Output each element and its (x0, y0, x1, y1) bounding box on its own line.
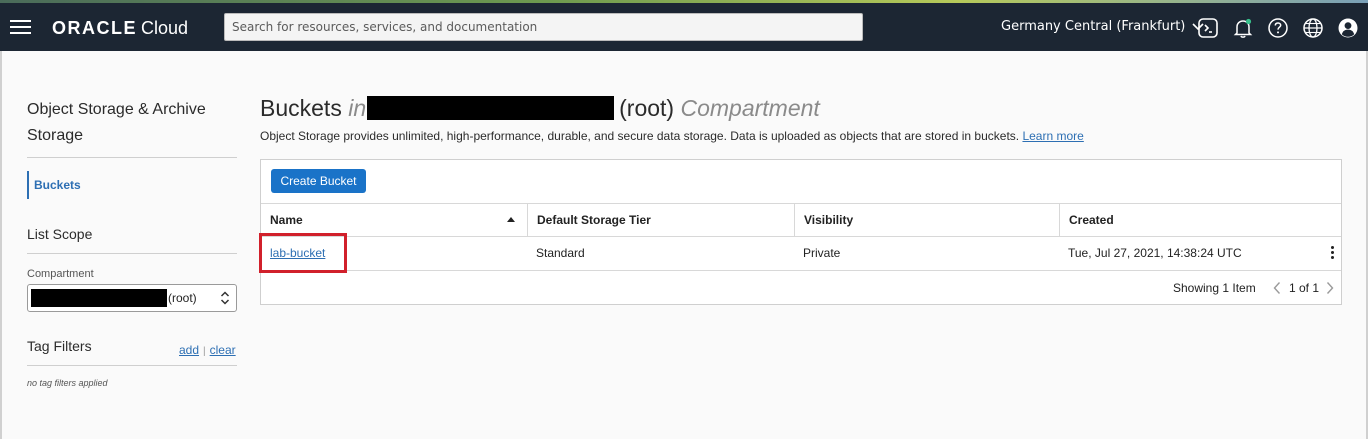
cell-name: lab-bucket (261, 237, 325, 270)
cloud-shell-icon[interactable] (1197, 17, 1219, 39)
help-question-icon[interactable] (1267, 17, 1289, 39)
column-header-visibility[interactable]: Visibility (794, 204, 1059, 236)
sidebar-divider (27, 157, 237, 158)
description-text: Object Storage provides unlimited, high-… (260, 129, 1020, 143)
page-indicator: 1 of 1 (1289, 281, 1320, 295)
region-label: Germany Central (Frankfurt) (1001, 19, 1186, 34)
oracle-cloud-logo[interactable]: ORACLE Cloud (52, 17, 188, 39)
next-page-icon[interactable] (1325, 281, 1335, 295)
sidebar-title: Object Storage & Archive Storage (27, 101, 206, 144)
cell-created: Tue, Jul 27, 2021, 14:38:24 UTC (1068, 246, 1242, 260)
buckets-table-panel: Create Bucket Name Default Storage Tier … (259, 159, 1342, 305)
page-description: Object Storage provides unlimited, high-… (260, 129, 1084, 143)
top-navigation-bar: ORACLE Cloud Search for resources, servic… (0, 3, 1368, 51)
compartment-value: (root) (168, 291, 197, 305)
learn-more-link[interactable]: Learn more (1022, 129, 1083, 143)
select-updown-icon (220, 291, 230, 305)
logo-brand: ORACLE (52, 18, 137, 38)
table-header: Name Default Storage Tier Visibility Cre… (261, 203, 1341, 237)
title-prefix: Buckets (260, 95, 342, 121)
language-globe-icon[interactable] (1302, 17, 1324, 39)
no-tag-filters-text: no tag filters applied (27, 378, 108, 388)
cell-visibility: Private (803, 246, 841, 260)
sidebar-divider (27, 253, 237, 254)
tag-filters-heading: Tag Filters (27, 338, 92, 354)
column-header-name[interactable]: Name (261, 204, 527, 236)
create-bucket-button[interactable]: Create Bucket (271, 169, 366, 193)
region-selector[interactable]: Germany Central (Frankfurt) (1001, 19, 1204, 34)
compartment-select[interactable]: (root) (27, 284, 237, 312)
search-input[interactable]: Search for resources, services, and docu… (224, 13, 863, 41)
redacted-compartment-name (31, 289, 167, 307)
hamburger-menu-icon[interactable] (10, 20, 31, 34)
showing-count: Showing 1 Item (1173, 281, 1256, 295)
list-scope-heading: List Scope (27, 226, 93, 242)
cell-storage-tier: Standard (536, 246, 585, 260)
sidebar-divider (27, 365, 237, 366)
page-title: Buckets in (root) Compartment (260, 95, 820, 122)
compartment-label: Compartment (27, 268, 94, 280)
previous-page-icon[interactable] (1272, 281, 1282, 295)
sidebar-item-buckets[interactable]: Buckets (27, 171, 81, 199)
title-in: in (348, 95, 367, 121)
title-suffix: Compartment (680, 95, 820, 121)
notifications-bell-icon[interactable] (1232, 17, 1254, 39)
tag-filter-actions: add | clear (179, 343, 236, 357)
bucket-name-link[interactable]: lab-bucket (270, 246, 325, 260)
column-header-storage-tier[interactable]: Default Storage Tier (527, 204, 794, 236)
column-header-created[interactable]: Created (1059, 204, 1341, 236)
logo-product: Cloud (141, 18, 189, 38)
title-root: (root) (619, 95, 675, 121)
tag-link-separator: | (203, 346, 206, 357)
redacted-tenancy-name (367, 96, 615, 120)
window-border-left (0, 51, 2, 439)
row-actions-kebab-icon[interactable] (1329, 246, 1335, 260)
user-profile-icon[interactable] (1337, 17, 1359, 39)
tag-add-link[interactable]: add (179, 343, 199, 357)
column-name-label: Name (270, 213, 303, 227)
tag-clear-link[interactable]: clear (210, 343, 236, 357)
sort-ascending-icon (507, 217, 515, 222)
table-row: lab-bucket Standard Private Tue, Jul 27,… (259, 233, 1341, 273)
